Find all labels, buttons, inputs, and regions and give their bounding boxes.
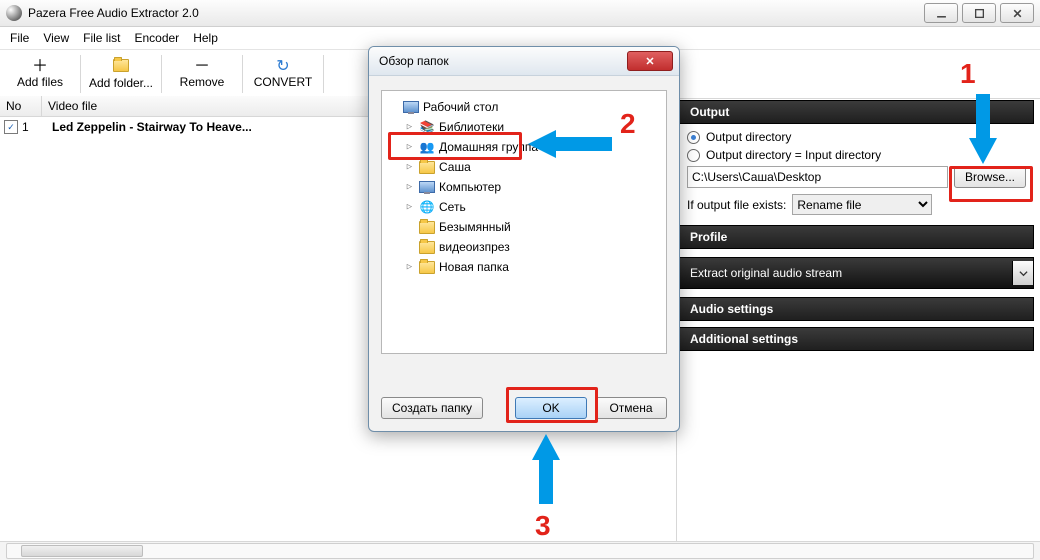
browse-button[interactable]: Browse... (954, 166, 1026, 188)
output-path-input[interactable] (687, 166, 948, 188)
expand-icon[interactable]: ▷ (404, 182, 415, 192)
exists-label: If output file exists: (687, 198, 786, 212)
profile-section-title: Profile (679, 225, 1034, 249)
expand-icon[interactable]: ▷ (404, 162, 415, 172)
tree-node-label: Новая папка (439, 260, 509, 274)
settings-panel: Output Output directory Output directory… (677, 96, 1040, 542)
radio-output-equals-input[interactable]: Output directory = Input directory (687, 148, 1026, 162)
row-no: 1 (22, 120, 29, 134)
chevron-down-icon (1012, 261, 1033, 285)
window-title: Pazera Free Audio Extractor 2.0 (28, 6, 920, 20)
convert-button[interactable]: ↻ CONVERT (243, 50, 323, 98)
profile-select[interactable]: Extract original audio stream (679, 257, 1034, 289)
tree-node-label: Рабочий стол (423, 100, 498, 114)
radio-output-dir-label: Output directory (706, 130, 791, 144)
radio-dot-icon (687, 131, 700, 144)
radio-output-dir[interactable]: Output directory (687, 130, 1026, 144)
folder-tree[interactable]: Рабочий стол ▷ 📚 Библиотеки ▷ 👥 Домашняя групп… (381, 90, 667, 354)
minus-icon: － (194, 59, 210, 75)
remove-button[interactable]: － Remove (162, 50, 242, 98)
menu-help[interactable]: Help (193, 31, 218, 45)
refresh-icon: ↻ (276, 59, 289, 75)
dialog-close-button[interactable]: ✕ (627, 51, 673, 71)
expand-icon[interactable]: ▷ (404, 142, 415, 152)
maximize-button[interactable] (962, 3, 996, 23)
tree-node-label: Компьютер (439, 180, 501, 194)
folder-icon (419, 220, 435, 234)
grp-icon: 👥 (419, 140, 435, 154)
add-folder-label: Add folder... (89, 76, 153, 90)
tree-node[interactable]: ▷ Новая папка (386, 257, 662, 277)
expand-icon[interactable]: ▷ (404, 122, 415, 132)
add-files-label: Add files (17, 75, 63, 89)
close-button[interactable] (1000, 3, 1034, 23)
cancel-button[interactable]: Отмена (595, 397, 667, 419)
app-icon (6, 5, 22, 21)
remove-label: Remove (180, 75, 225, 89)
tree-node-label: видеоизпрез (439, 240, 510, 254)
output-section-title: Output (679, 100, 1034, 124)
radio-output-equals-input-label: Output directory = Input directory (706, 148, 881, 162)
tree-node[interactable]: ▷ 📚 Библиотеки (386, 117, 662, 137)
tree-node[interactable]: ▷ 👥 Домашняя группа (386, 137, 662, 157)
output-section: Output directory Output directory = Inpu… (679, 124, 1034, 225)
menu-view[interactable]: View (43, 31, 69, 45)
folder-icon (419, 160, 435, 174)
horizontal-scrollbar[interactable] (6, 543, 1034, 559)
menu-filelist[interactable]: File list (83, 31, 120, 45)
audio-settings-title[interactable]: Audio settings (679, 297, 1034, 321)
add-files-button[interactable]: ＋ Add files (0, 50, 80, 98)
profile-value: Extract original audio stream (680, 266, 1012, 280)
titlebar: Pazera Free Audio Extractor 2.0 (0, 0, 1040, 27)
create-folder-button[interactable]: Создать папку (381, 397, 483, 419)
radio-dot-icon (687, 149, 700, 162)
additional-settings-title[interactable]: Additional settings (679, 327, 1034, 351)
minimize-button[interactable] (924, 3, 958, 23)
tree-node[interactable]: видеоизпрез (386, 237, 662, 257)
toolbar-separator (323, 55, 324, 93)
expand-icon[interactable]: ▷ (404, 262, 415, 272)
tree-node[interactable]: Безымянный (386, 217, 662, 237)
expand-icon[interactable]: ▷ (404, 202, 415, 212)
tree-node[interactable]: ▷ Компьютер (386, 177, 662, 197)
exists-select[interactable]: Rename file (792, 194, 932, 215)
tree-node-label: Саша (439, 160, 471, 174)
folder-icon (113, 59, 129, 76)
browse-folder-dialog: Обзор папок ✕ Рабочий стол ▷ 📚 Библиотеки ▷ 👥… (368, 46, 680, 432)
plus-icon: ＋ (32, 59, 48, 75)
net-icon: 🌐 (419, 200, 435, 214)
folder-icon (419, 260, 435, 274)
tree-node-label: Библиотеки (439, 120, 504, 134)
tree-node-label: Сеть (439, 200, 466, 214)
dialog-title: Обзор папок (375, 54, 627, 68)
tree-node-label: Домашняя группа (439, 140, 538, 154)
tree-node[interactable]: ▷ Саша (386, 157, 662, 177)
convert-label: CONVERT (254, 75, 312, 89)
monitor-icon (403, 100, 419, 114)
tree-node-label: Безымянный (439, 220, 511, 234)
tree-node[interactable]: ▷ 🌐 Сеть (386, 197, 662, 217)
tree-node[interactable]: Рабочий стол (386, 97, 662, 117)
add-folder-button[interactable]: Add folder... (81, 50, 161, 98)
lib-icon: 📚 (419, 120, 435, 134)
ok-button[interactable]: OK (515, 397, 587, 419)
folder-icon (419, 240, 435, 254)
menu-encoder[interactable]: Encoder (134, 31, 179, 45)
monitor-icon (419, 180, 435, 194)
col-no[interactable]: No (0, 96, 42, 116)
menu-file[interactable]: File (10, 31, 29, 45)
row-checkbox[interactable]: ✓ (4, 120, 18, 134)
statusbar (0, 541, 1040, 560)
dialog-titlebar: Обзор папок ✕ (369, 47, 679, 76)
